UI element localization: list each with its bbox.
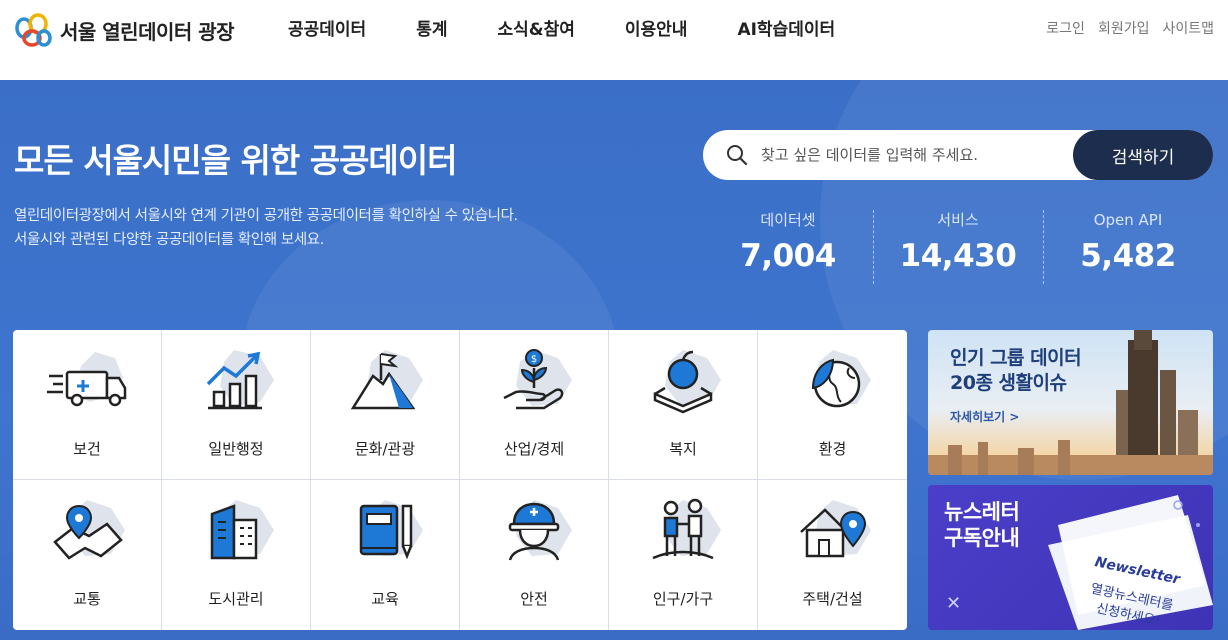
newsletter-banner[interactable]: 뉴스레터 구독안내 Newsletter 열광뉴스레터를 신청하세요! ✕ [928,485,1213,630]
category-label: 주택/건설 [802,590,863,608]
category-urban-management[interactable]: 도시관리 [162,480,311,630]
ambulance-icon [47,352,127,407]
buildings-icon [210,500,274,560]
category-housing[interactable]: 주택/건설 [758,480,907,630]
banner-more-link[interactable]: 자세히보기 > [950,408,1019,425]
category-label: 문화/관광 [354,440,416,458]
hero-desc-line: 서울시와 관련된 다양한 공공데이터를 확인해 보세요. [14,232,324,248]
category-label: 복지 [669,440,697,458]
category-welfare[interactable]: 복지 [609,330,758,480]
book-pencil-icon [359,500,423,560]
stat-label: 데이터셋 [760,211,816,229]
category-safety[interactable]: 안전 [460,480,609,630]
nav-item-ai-data[interactable]: AI학습데이터 [737,16,835,44]
banner-title-line: 20종 생활이슈 [950,372,1067,394]
search-input[interactable] [761,140,1061,170]
nav-item-news[interactable]: 소식&참여 [497,16,574,44]
family-icon [652,498,721,560]
logo-text: 서울 열린데이터 광장 [60,19,235,44]
stat-open-api[interactable]: Open API 5,482 [1043,210,1213,284]
category-label: 도시관리 [208,590,264,608]
util-nav: 로그인 회원가입 사이트맵 [1033,18,1214,38]
popular-data-banner[interactable]: 인기 그룹 데이터 20종 생활이슈 자세히보기 > [928,330,1213,475]
category-label: 산업/경제 [503,440,565,458]
category-grid: 보건 일반행정 문화/관광 $ 산업/경제 복지 환경 교통 도시관리 교육 안… [13,330,907,630]
main-nav: 공공데이터 통계 소식&참여 이용안내 AI학습데이터 [288,16,885,44]
stat-service[interactable]: 서비스 14,430 [873,210,1043,284]
close-icon[interactable]: ✕ [946,593,961,614]
banner-title: 인기 그룹 데이터 20종 생활이슈 [950,346,1082,396]
stat-value: 5,482 [1080,238,1176,274]
seoul-logo-icon [15,13,52,47]
category-label: 보건 [73,440,101,458]
category-administration[interactable]: 일반행정 [162,330,311,480]
hero-title: 모든 서울시민을 위한 공공데이터 [14,141,458,180]
stats-panel: 데이터셋 7,004 서비스 14,430 Open API 5,482 [703,210,1213,284]
stat-value: 7,004 [740,238,836,274]
category-culture-tourism[interactable]: 문화/관광 [311,330,460,480]
category-label: 인구/가구 [652,590,714,608]
search-button[interactable]: 검색하기 [1073,130,1213,180]
category-label: 교통 [73,590,101,608]
stat-dataset[interactable]: 데이터셋 7,004 [703,210,873,284]
hero-section: 모든 서울시민을 위한 공공데이터 열린데이터광장에서 서울시와 연계 기관이 … [0,80,1228,640]
site-header: 서울 열린데이터 광장 공공데이터 통계 소식&참여 이용안내 AI학습데이터 … [0,0,1228,80]
banner-title: 뉴스레터 구독안내 [944,499,1020,551]
search-bar: 검색하기 [703,130,1213,180]
category-education[interactable]: 교육 [311,480,460,630]
helmet-worker-icon [508,500,572,561]
nav-item-public-data[interactable]: 공공데이터 [288,16,366,44]
site-logo[interactable]: 서울 열린데이터 광장 [12,8,235,52]
category-label: 교육 [371,590,399,608]
money-plant-icon: $ [503,349,572,410]
stat-value: 14,430 [899,238,1017,274]
banner-title-line: 뉴스레터 [944,500,1020,524]
signup-link[interactable]: 회원가입 [1098,18,1150,38]
category-health[interactable]: 보건 [13,330,162,480]
stat-label: 서비스 [937,211,979,229]
nav-item-guide[interactable]: 이용안내 [625,16,688,44]
category-population[interactable]: 인구/가구 [609,480,758,630]
search-icon [727,145,748,166]
growth-chart-icon [206,350,274,410]
category-label: 환경 [818,440,847,458]
category-transport[interactable]: 교통 [13,480,162,630]
category-label: 일반행정 [208,440,264,458]
mountain-flag-icon [350,350,423,410]
hero-description: 열린데이터광장에서 서울시와 연계 기관이 공개한 공공데이터를 확인하실 수 … [14,204,518,252]
category-environment[interactable]: 환경 [758,330,907,480]
map-pin-icon [53,500,125,560]
category-label: 안전 [520,590,548,608]
hero-desc-line: 열린데이터광장에서 서울시와 연계 기관이 공개한 공공데이터를 확인하실 수 … [14,208,518,224]
login-link[interactable]: 로그인 [1046,18,1085,38]
nav-item-statistics[interactable]: 통계 [416,16,447,44]
category-industry-economy[interactable]: $ 산업/경제 [460,330,609,480]
apple-book-icon [653,350,721,414]
stat-label: Open API [1093,211,1163,229]
sitemap-link[interactable]: 사이트맵 [1162,18,1214,38]
earth-leaf-icon [811,350,871,408]
banner-title-line: 인기 그룹 데이터 [950,347,1082,369]
house-pin-icon [799,500,871,558]
banner-title-line: 구독안내 [944,526,1020,550]
svg-text:$: $ [531,354,537,365]
